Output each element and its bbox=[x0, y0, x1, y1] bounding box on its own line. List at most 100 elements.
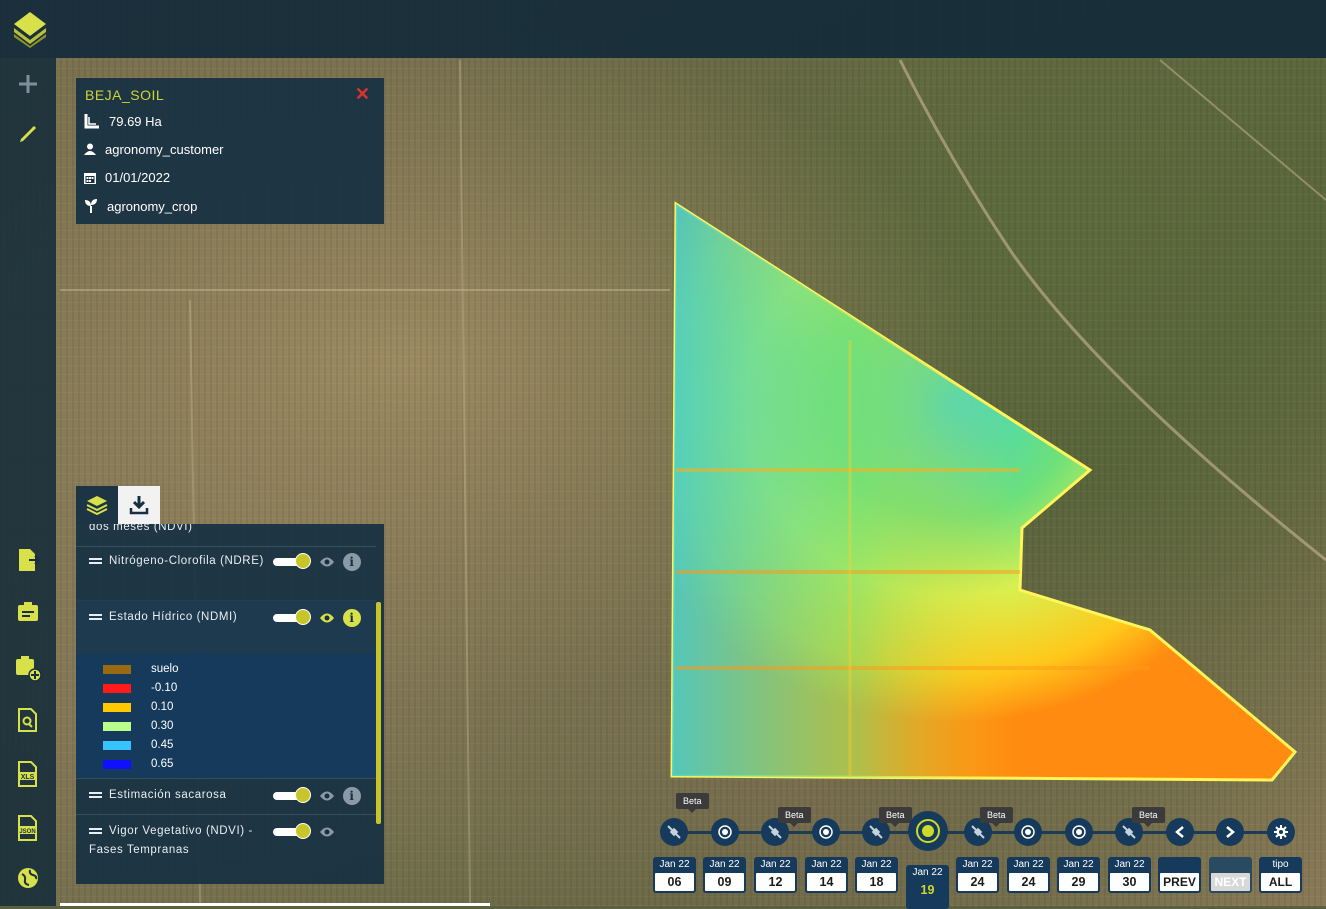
ndmi-legend: suelo -0.10 0.10 0.30 0.45 0.65 bbox=[76, 654, 376, 778]
legend-item: 0.65 bbox=[103, 757, 173, 771]
eye-icon[interactable] bbox=[319, 826, 335, 838]
edit-pencil-icon[interactable] bbox=[12, 118, 44, 150]
calendar-icon bbox=[84, 172, 96, 184]
field-crop: agronomy_crop bbox=[107, 198, 198, 214]
chevron-right-icon[interactable] bbox=[1216, 818, 1244, 846]
layer-item-ndvi-early[interactable]: Vigor Vegetativo (NDVI) - Fases Temprana… bbox=[76, 822, 376, 882]
drag-handle-icon[interactable] bbox=[89, 791, 102, 798]
layer-item-sacarosa[interactable]: Estimación sacarosa i bbox=[76, 786, 376, 810]
date-button[interactable]: Jan 22 09 bbox=[703, 857, 746, 893]
capture-dot-icon[interactable] bbox=[1065, 818, 1093, 846]
legend-swatch bbox=[103, 759, 131, 769]
layer-toggle-ndvi-early[interactable] bbox=[273, 823, 311, 839]
date-timeline: Beta Beta Beta Beta Beta Jan 22 06 Jan 22… bbox=[650, 793, 1302, 909]
gear-icon[interactable] bbox=[1267, 818, 1295, 846]
app-logo-icon[interactable] bbox=[12, 10, 48, 48]
svg-text:XLS: XLS bbox=[21, 774, 35, 781]
legend-swatch bbox=[103, 683, 131, 693]
tab-downloads[interactable] bbox=[118, 486, 160, 524]
close-icon[interactable]: ✕ bbox=[355, 84, 370, 105]
capture-dot-icon[interactable] bbox=[711, 818, 739, 846]
legend-item: -0.10 bbox=[103, 681, 177, 695]
layer-label-sacarosa: Estimación sacarosa bbox=[89, 786, 269, 805]
legend-item: 0.10 bbox=[103, 700, 173, 714]
info-icon[interactable]: i bbox=[343, 787, 361, 805]
document-search-icon[interactable] bbox=[12, 704, 44, 736]
legend-item: suelo bbox=[103, 662, 179, 676]
beta-badge: Beta bbox=[778, 807, 811, 827]
eye-icon[interactable] bbox=[319, 790, 335, 802]
prev-button[interactable]: PREV bbox=[1158, 857, 1201, 893]
drag-handle-icon[interactable] bbox=[89, 613, 102, 620]
legend-swatch bbox=[103, 664, 131, 674]
add-report-icon[interactable] bbox=[12, 652, 44, 684]
tab-layers[interactable] bbox=[76, 486, 118, 524]
field-info-card: BEJA_SOIL ✕ 79.69 Ha agronomy_customer 0… bbox=[76, 78, 384, 224]
layers-list[interactable]: dos meses (NDVI) Nitrógeno-Clorofila (ND… bbox=[76, 524, 384, 884]
top-bar bbox=[0, 0, 1326, 58]
field-name: BEJA_SOIL bbox=[85, 87, 165, 103]
date-button[interactable]: Jan 22 12 bbox=[754, 857, 797, 893]
chevron-left-icon[interactable] bbox=[1166, 818, 1194, 846]
date-button[interactable]: Jan 22 06 bbox=[653, 857, 696, 893]
layers-scrollbar[interactable] bbox=[376, 602, 381, 824]
next-button[interactable]: NEXT bbox=[1209, 857, 1252, 893]
beta-badge: Beta bbox=[1132, 807, 1165, 827]
area-icon bbox=[84, 114, 99, 129]
date-button-selected[interactable]: Jan 22 19 bbox=[906, 865, 949, 909]
layer-label-partial: dos meses (NDVI) bbox=[89, 524, 193, 533]
beta-badge: Beta bbox=[980, 807, 1013, 827]
legend-item: 0.30 bbox=[103, 719, 173, 733]
layers-panel: dos meses (NDVI) Nitrógeno-Clorofila (ND… bbox=[76, 486, 384, 884]
info-icon[interactable]: i bbox=[343, 609, 361, 627]
export-file-icon[interactable] bbox=[12, 544, 44, 576]
field-crop-row: agronomy_crop bbox=[84, 197, 197, 215]
legend-swatch bbox=[103, 740, 131, 750]
add-icon[interactable] bbox=[12, 68, 44, 100]
legend-swatch bbox=[103, 702, 131, 712]
layer-toggle-ndmi[interactable] bbox=[273, 609, 311, 625]
field-user: agronomy_customer bbox=[105, 141, 224, 157]
date-button[interactable]: Jan 22 29 bbox=[1057, 857, 1100, 893]
field-area: 79.69 Ha bbox=[109, 113, 162, 129]
field-area-row: 79.69 Ha bbox=[84, 112, 162, 130]
layer-toggle-ndre[interactable] bbox=[273, 553, 311, 569]
capture-dot-icon[interactable] bbox=[812, 818, 840, 846]
selected-capture-icon[interactable] bbox=[908, 811, 948, 851]
eye-icon[interactable] bbox=[319, 556, 335, 568]
info-icon[interactable]: i bbox=[343, 553, 361, 571]
date-button[interactable]: Jan 22 24 bbox=[1007, 857, 1050, 893]
date-button[interactable]: Jan 22 24 bbox=[956, 857, 999, 893]
left-sidebar: XLS JSON bbox=[0, 58, 56, 906]
legend-swatch bbox=[103, 721, 131, 731]
beta-badge: Beta bbox=[676, 793, 709, 813]
layers-icon bbox=[86, 496, 108, 515]
field-user-row: agronomy_customer bbox=[84, 140, 224, 158]
layer-toggle-sacarosa[interactable] bbox=[273, 787, 311, 803]
seedling-icon bbox=[85, 199, 97, 213]
xls-file-icon[interactable]: XLS bbox=[12, 758, 44, 790]
field-date-row: 01/01/2022 bbox=[84, 168, 170, 186]
eye-icon[interactable] bbox=[319, 612, 335, 624]
capture-dot-icon[interactable] bbox=[1014, 818, 1042, 846]
legend-item: 0.45 bbox=[103, 738, 173, 752]
layer-item-ndmi[interactable]: Estado Hídrico (NDMI) i bbox=[76, 600, 376, 656]
layer-item-ndre[interactable]: Nitrógeno-Clorofila (NDRE) i bbox=[76, 552, 376, 600]
globe-icon[interactable] bbox=[12, 862, 44, 894]
date-button[interactable]: Jan 22 30 bbox=[1108, 857, 1151, 893]
type-filter[interactable]: tipo ALL bbox=[1259, 857, 1302, 893]
beta-badge: Beta bbox=[879, 807, 912, 827]
layer-item-partial: dos meses (NDVI) bbox=[76, 524, 376, 538]
user-icon bbox=[84, 143, 96, 155]
satellite-icon[interactable] bbox=[660, 818, 688, 846]
clipboard-report-icon[interactable] bbox=[12, 596, 44, 628]
json-file-icon[interactable]: JSON bbox=[12, 812, 44, 844]
svg-text:JSON: JSON bbox=[19, 829, 35, 835]
download-icon bbox=[129, 496, 149, 515]
date-button[interactable]: Jan 22 14 bbox=[805, 857, 848, 893]
date-button[interactable]: Jan 22 18 bbox=[855, 857, 898, 893]
drag-handle-icon[interactable] bbox=[89, 827, 102, 834]
layer-label-ndmi: Estado Hídrico (NDMI) bbox=[89, 608, 269, 627]
field-date: 01/01/2022 bbox=[105, 169, 171, 185]
drag-handle-icon[interactable] bbox=[89, 557, 102, 564]
